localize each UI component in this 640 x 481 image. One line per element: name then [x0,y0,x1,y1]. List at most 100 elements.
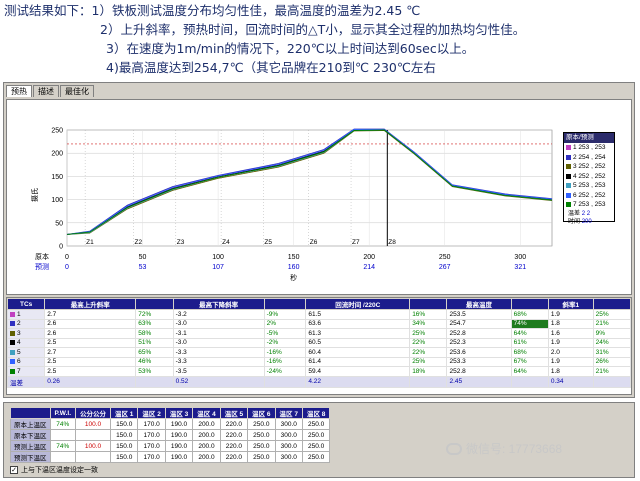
zone-setpoint-cell[interactable]: 190.0 [164,418,194,430]
tc-cell: 60.5 [305,337,411,348]
tc-cell: 253.5 [446,309,512,320]
tc-deviation-cell: 0.26 [44,375,137,388]
zone-setpoint-cell[interactable]: 220.0 [219,429,249,441]
tc-cell: -16% [263,347,307,358]
zone-setpoint-cell[interactable]: 150.0 [109,429,139,441]
tc-cell: 64% [510,328,549,339]
tc-row: 2 2.6 63% -3.0 2% 63.6 34% 254.7 74% 1.8 21% [6,318,632,329]
tc-swatch [10,321,15,327]
zone-row: 预测上温区 74% 100.0 150.0 170.0 190.0 200.0 220.0 25… [10,440,331,452]
sync-zones-checkbox[interactable]: ✓ 上与下温区温度设定一致 [10,465,98,475]
zone-setpoint-cell[interactable]: 170.0 [137,451,166,463]
zone-setpoint-cell[interactable]: 200.0 [192,440,221,452]
tc-header-cell: TCs [6,298,46,310]
x-tick-label: 150 [288,254,300,261]
tc-cell: 2.6 [44,318,137,329]
zone-label: Z8 [388,239,396,246]
tc-cell: 61.4 [305,356,411,367]
tc-cell: -3.0 [172,318,265,329]
tc-swatch [10,359,15,365]
profile-chart-svg: 250200150100500Z1 Z2 Z3 Z4 Z5 Z6 Z7 Z8摄氏原本预测005… [30,128,553,282]
zone-setpoint-cell[interactable]: 200.0 [192,429,221,441]
tc-cell: -5% [263,328,307,339]
checkbox-box[interactable]: ✓ [10,466,18,474]
tc-deviation-cell: 0.52 [172,375,265,388]
x-axis-label: 秒 [290,273,297,282]
tc-cell: 63.6 [305,318,411,329]
zone-setpoint-cell[interactable]: 220.0 [219,418,249,430]
legend-swatch [566,192,571,198]
tc-swatch [10,349,15,355]
legend-row: 2 254 , 254 [564,153,614,163]
zone-setpoint-cell[interactable]: 150.0 [109,440,139,452]
tc-cell: 1.8 [547,318,594,329]
tc-cell: 59.4 [305,366,411,377]
tc-deviation-cell [592,375,632,388]
zone-setpoint-cell[interactable]: 250.0 [301,440,331,452]
zone-setpoint-cell[interactable]: 250.0 [301,429,331,441]
tc-cell: 1.9 [547,337,594,348]
zone-setpoint-cell[interactable]: 300.0 [274,418,303,430]
tc-row-label: 4 [6,337,46,348]
tc-cell: 21% [592,366,632,377]
zone-setpoint-cell[interactable]: 300.0 [274,429,303,441]
zone-setpoint-cell[interactable]: 220.0 [219,440,249,452]
tc-row: 1 2.7 72% -3.2 -9% 61.5 16% 253.5 68% 1.9 25% [6,309,632,320]
zone-setpoint-cell[interactable]: 220.0 [219,451,249,463]
zone-setpoint-cell[interactable]: 150.0 [109,451,139,463]
tc-cell: 254.7 [446,318,512,329]
zone-setpoint-cell[interactable]: 300.0 [274,451,303,463]
tab-description[interactable]: 描述 [33,85,59,97]
zone-pwi-cell [49,429,76,441]
tc-swatch [10,330,15,336]
zone-setpoint-cell[interactable]: 170.0 [137,429,166,441]
x-tick-label-predicted: 321 [514,264,526,271]
zone-label: Z2 [134,239,142,246]
tc-cell: 252.8 [446,366,512,377]
zone-setpoint-cell[interactable]: 300.0 [274,440,303,452]
zone-row-label: 原本下温区 [10,429,51,441]
tc-cell: 25% [409,356,448,367]
y-tick-label: 250 [51,128,63,135]
zone-setpoint-cell[interactable]: 250.0 [247,418,276,430]
zone-setpoint-cell[interactable]: 200.0 [192,418,221,430]
zone-setpoint-cell[interactable]: 190.0 [164,429,194,441]
tc-row: 3 2.6 58% -3.1 -5% 61.3 25% 252.8 64% 1.6 9% [6,328,632,339]
zone-header-cell: 温区 2 [137,407,166,419]
tc-cell: 18% [409,366,448,377]
tc-cell: -3.3 [172,347,265,358]
tc-row: 6 2.5 46% -3.3 -16% 61.4 25% 253.3 67% 1.9 26% [6,356,632,367]
zone-setpoint-cell[interactable]: 170.0 [137,440,166,452]
x-tick-label: 100 [212,254,224,261]
zone-setpoint-cell[interactable]: 200.0 [192,451,221,463]
tc-cell: 58% [135,328,174,339]
zone-header-cell: 温区 5 [219,407,249,419]
zone-label: Z7 [352,239,360,246]
tc-cell: 26% [592,356,632,367]
tc-deviation-cell [510,375,549,388]
tc-cell: 253.6 [446,347,512,358]
tab-preheat[interactable]: 预热 [6,85,32,97]
zone-setpoint-cell[interactable]: 190.0 [164,451,194,463]
zone-pwi-cell: 74% [49,440,76,452]
tc-cell: 1.9 [547,309,594,320]
x-tick-label: 300 [514,254,526,261]
zone-setpoint-cell[interactable]: 250.0 [301,451,331,463]
tc-cell: 51% [135,337,174,348]
zone-setpoint-cell[interactable]: 250.0 [301,418,331,430]
zone-header-cell: 温区 7 [274,407,303,419]
zone-setpoint-cell[interactable]: 170.0 [137,418,166,430]
legend-row: 7 253 , 253 [564,200,614,210]
tc-header-cell [592,298,632,310]
tab-optimize[interactable]: 最佳化 [60,85,94,97]
tc-cell: 46% [135,356,174,367]
zone-setpoint-cell[interactable]: 250.0 [247,429,276,441]
zone-setpoint-cell[interactable]: 250.0 [247,440,276,452]
zone-setpoint-cell[interactable]: 150.0 [109,418,139,430]
zone-setpoint-cell[interactable]: 250.0 [247,451,276,463]
legend-row: 6 252 , 252 [564,191,614,201]
zone-setpoint-cell[interactable]: 190.0 [164,440,194,452]
zone-tolerance-cell: 100.0 [75,418,111,430]
legend-swatch [566,183,571,189]
zone-header-cell: 温区 6 [247,407,276,419]
